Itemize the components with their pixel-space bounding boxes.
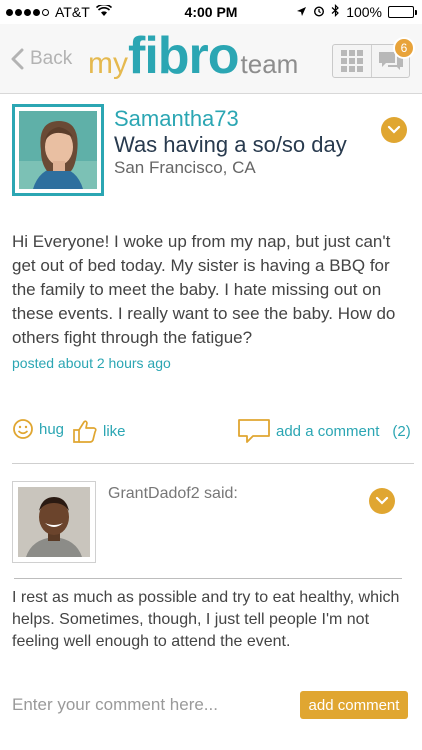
like-button[interactable]: like xyxy=(72,418,126,444)
post-header: Samantha73 Was having a so/so day San Fr… xyxy=(12,104,412,196)
reply-divider xyxy=(14,578,402,579)
post-actions: hug like add a comment (2) xyxy=(12,418,412,448)
post-headline: Was having a so/so day xyxy=(114,132,347,157)
alarm-icon xyxy=(313,4,325,20)
reply-author-said: GrantDadof2 said: xyxy=(108,485,238,502)
add-a-comment-label: add a comment xyxy=(276,422,380,440)
logo-my: my xyxy=(88,47,128,80)
battery-percent: 100% xyxy=(346,4,382,20)
status-icons: 100% xyxy=(296,4,417,20)
add-a-comment-button[interactable]: add a comment (2) xyxy=(237,418,411,444)
post-timestamp: posted about 2 hours ago xyxy=(12,355,171,371)
bluetooth-icon xyxy=(331,4,340,20)
hug-button[interactable]: hug xyxy=(12,418,64,440)
hug-label: hug xyxy=(39,420,65,438)
like-label: like xyxy=(103,422,126,440)
battery-icon xyxy=(388,6,417,18)
speech-bubble-icon xyxy=(238,419,270,443)
chevron-down-icon xyxy=(387,125,401,134)
chevron-left-icon xyxy=(11,48,24,70)
navigation-bar: Back my fibro team 6 xyxy=(0,24,422,94)
location-arrow-icon xyxy=(296,4,307,20)
nav-actions: 6 xyxy=(332,37,415,78)
reply-options-button[interactable] xyxy=(369,488,395,514)
author-photo xyxy=(19,111,97,189)
app-logo: my fibro team xyxy=(88,30,298,82)
messages-button[interactable]: 6 xyxy=(371,37,415,77)
reply-author-photo xyxy=(18,487,90,557)
notification-badge: 6 xyxy=(393,37,415,59)
smiley-icon xyxy=(13,419,33,439)
comment-count: (2) xyxy=(392,422,411,440)
comment-input[interactable] xyxy=(12,690,288,720)
thumbs-up-icon xyxy=(73,420,97,443)
menu-grid-button[interactable] xyxy=(333,45,371,77)
logo-team: team xyxy=(240,49,299,79)
chevron-down-icon xyxy=(375,496,389,505)
divider xyxy=(12,463,414,464)
status-bar: AT&T 4:00 PM 100% xyxy=(0,0,422,24)
post-body: Hi Everyone! I woke up from my nap, but … xyxy=(12,232,396,347)
reply-body: I rest as much as possible and try to ea… xyxy=(12,589,400,650)
back-label: Back xyxy=(30,48,73,69)
add-comment-button[interactable]: add comment xyxy=(300,691,408,719)
post-options-button[interactable] xyxy=(381,117,407,143)
author-username[interactable]: Samantha73 xyxy=(114,106,239,132)
grid-icon xyxy=(341,50,363,72)
reply-author-avatar[interactable] xyxy=(12,481,96,563)
logo-fibro: fibro xyxy=(128,27,240,85)
author-avatar[interactable] xyxy=(12,104,104,196)
back-button[interactable]: Back xyxy=(10,48,72,70)
author-location: San Francisco, CA xyxy=(114,158,256,177)
